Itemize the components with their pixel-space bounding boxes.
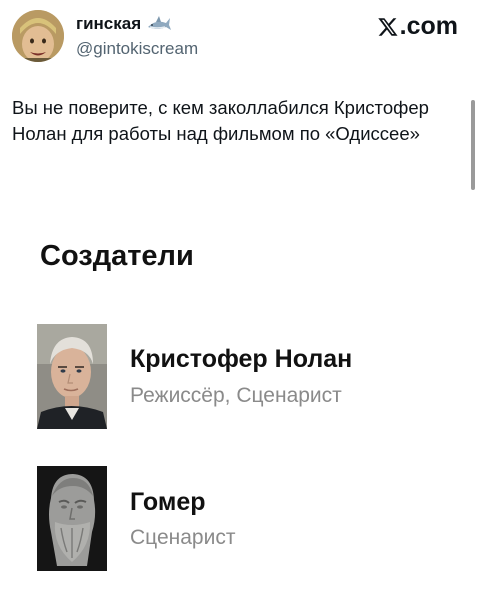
author-name[interactable]: гинская	[76, 14, 172, 34]
person-photo	[37, 466, 107, 571]
author-name-text: гинская	[76, 14, 142, 33]
avatar-image	[12, 10, 64, 62]
tweet-text: Вы не поверите, с кем заколлабился Крист…	[12, 97, 429, 144]
creator-item-homer[interactable]: Гомер Сценарист	[37, 466, 457, 576]
source-label: .com	[377, 12, 458, 41]
person-role: Сценарист	[130, 526, 236, 549]
x-logo-icon	[377, 18, 398, 36]
person-photo	[37, 324, 107, 429]
source-domain: .com	[399, 12, 458, 40]
section-title: Создатели	[40, 240, 194, 272]
shark-icon	[146, 15, 172, 33]
author-handle[interactable]: @gintokiscream	[76, 39, 198, 59]
creator-item-nolan[interactable]: Кристофер Нолан Режиссёр, Сценарист	[37, 324, 457, 434]
person-name: Кристофер Нолан	[130, 345, 353, 373]
person-name: Гомер	[130, 488, 206, 516]
avatar[interactable]	[12, 10, 64, 62]
scrollbar[interactable]	[471, 100, 475, 190]
person-role: Режиссёр, Сценарист	[130, 384, 342, 407]
